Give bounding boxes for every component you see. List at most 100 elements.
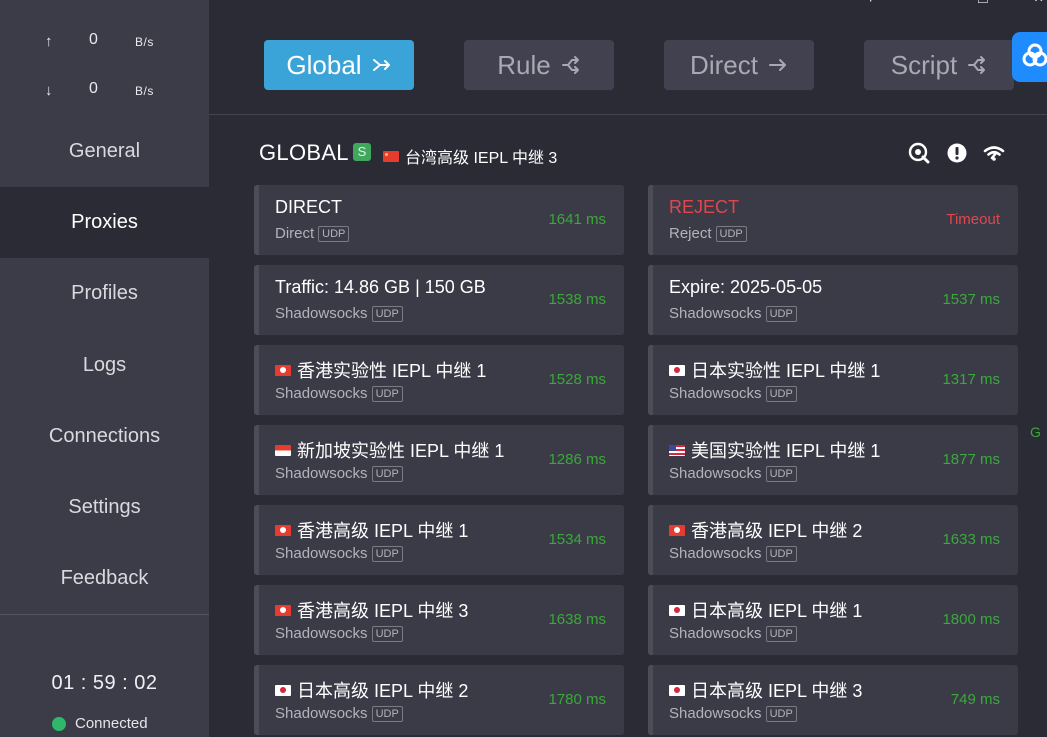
proxy-name-label: 美国实验性 IEPL 中继 1 [691,441,881,461]
flag-hk-icon [669,525,685,536]
proxy-name: 美国实验性 IEPL 中继 1 [669,437,880,463]
proxy-type-label: Shadowsocks [275,305,368,322]
nav-settings[interactable]: Settings [0,472,209,543]
proxy-delay[interactable]: Timeout [946,211,1000,228]
proxy-card[interactable]: 美国实验性 IEPL 中继 1 Shadowsocks UDP 1877 ms [648,425,1018,495]
proxy-type-label: Shadowsocks [275,705,368,722]
wifi-signal-icon[interactable] [983,142,1005,164]
proxy-card[interactable]: 新加坡实验性 IEPL 中继 1 Shadowsocks UDP 1286 ms [254,425,624,495]
group-title: GLOBAL [259,140,349,165]
proxy-name: 新加坡实验性 IEPL 中继 1 [275,437,504,463]
download-speed: ↓ 0 B/s [0,80,209,104]
proxy-name-label: 日本实验性 IEPL 中继 1 [691,361,881,381]
mode-direct-label: Direct [690,49,758,80]
flag-cn-icon [383,151,399,162]
proxy-card[interactable]: 日本高级 IEPL 中继 1 Shadowsocks UDP 1800 ms [648,585,1018,655]
proxy-type: Shadowsocks UDP [669,625,797,642]
sidebar: ↑ 0 B/s ↓ 0 B/s General Proxies Profiles… [0,0,209,737]
proxy-delay[interactable]: 1780 ms [548,691,606,708]
proxy-card[interactable]: 香港高级 IEPL 中继 3 Shadowsocks UDP 1638 ms [254,585,624,655]
floating-assistant-button[interactable] [1012,32,1047,82]
mode-script-button[interactable]: Script [864,40,1014,90]
proxy-name: 香港高级 IEPL 中继 1 [275,517,468,543]
nav-logs[interactable]: Logs [0,330,209,401]
proxy-delay[interactable]: 1800 ms [942,611,1000,628]
proxy-type: Shadowsocks UDP [669,305,797,322]
proxy-card[interactable]: REJECT Reject UDP Timeout [648,185,1018,255]
proxy-card[interactable]: 日本高级 IEPL 中继 2 Shadowsocks UDP 1780 ms [254,665,624,735]
proxy-delay[interactable]: 749 ms [951,691,1000,708]
proxy-name: 香港实验性 IEPL 中继 1 [275,357,486,383]
proxy-delay[interactable]: 1534 ms [548,531,606,548]
download-value: 0 [89,80,98,97]
proxy-delay[interactable]: 1633 ms [942,531,1000,548]
proxy-card[interactable]: DIRECT Direct UDP 1641 ms [254,185,624,255]
proxy-name-label: 日本高级 IEPL 中继 2 [297,681,469,701]
proxy-type-label: Shadowsocks [669,465,762,482]
proxy-name-label: 香港高级 IEPL 中继 1 [297,521,469,541]
upload-arrow-icon: ↑ [45,33,53,50]
flag-jp-icon [669,685,685,696]
proxy-card[interactable]: 香港实验性 IEPL 中继 1 Shadowsocks UDP 1528 ms [254,345,624,415]
proxy-type-label: Shadowsocks [275,545,368,562]
flag-us-icon [669,445,685,456]
proxy-card[interactable]: 香港高级 IEPL 中继 2 Shadowsocks UDP 1633 ms [648,505,1018,575]
proxy-type-label: Shadowsocks [669,385,762,402]
proxy-delay[interactable]: 1638 ms [548,611,606,628]
flag-jp-icon [275,685,291,696]
udp-badge: UDP [318,226,350,242]
proxy-card[interactable]: 日本高级 IEPL 中继 3 Shadowsocks UDP 749 ms [648,665,1018,735]
pin-icon[interactable]: + [866,0,875,8]
proxy-name-label: 香港实验性 IEPL 中继 1 [297,361,487,381]
proxy-delay[interactable]: 1538 ms [548,291,606,308]
proxy-type: Direct UDP [275,225,350,242]
proxy-delay[interactable]: 1877 ms [942,451,1000,468]
proxy-delay[interactable]: 1528 ms [548,371,606,388]
proxy-type-label: Direct [275,225,315,242]
mode-global-button[interactable]: Global [264,40,414,90]
minimize-icon[interactable]: – [926,0,935,8]
udp-badge: UDP [371,466,403,482]
proxy-card[interactable]: 香港高级 IEPL 中继 1 Shadowsocks UDP 1534 ms [254,505,624,575]
mode-direct-button[interactable]: Direct [664,40,814,90]
flag-hk-icon [275,365,291,376]
maximize-icon[interactable]: □ [978,0,988,8]
proxy-delay[interactable]: 1317 ms [942,371,1000,388]
uptime-timer: 01 : 59 : 02 [51,672,158,694]
card-indicator [648,585,653,655]
proxy-name-label: 香港高级 IEPL 中继 2 [691,521,863,541]
latency-test-icon[interactable] [908,142,930,164]
proxy-type: Shadowsocks UDP [669,545,797,562]
proxy-card[interactable]: Expire: 2025-05-05 Shadowsocks UDP 1537 m… [648,265,1018,335]
upload-speed: ↑ 0 B/s [0,31,209,55]
group-type-badge: S [353,143,371,161]
udp-badge: UDP [765,706,797,722]
close-icon[interactable]: × [1034,0,1043,8]
mode-rule-button[interactable]: Rule [464,40,614,90]
alert-icon[interactable] [946,142,968,164]
card-indicator [648,425,653,495]
proxy-type: Shadowsocks UDP [669,705,797,722]
proxy-card[interactable]: Traffic: 14.86 GB | 150 GB Shadowsocks UD… [254,265,624,335]
proxy-name-label: 新加坡实验性 IEPL 中继 1 [297,441,505,461]
card-indicator [254,185,259,255]
proxy-type: Shadowsocks UDP [275,305,403,322]
proxy-type: Shadowsocks UDP [275,385,403,402]
proxy-name: 日本实验性 IEPL 中继 1 [669,357,880,383]
proxy-delay[interactable]: 1286 ms [548,451,606,468]
flag-sg-icon [275,445,291,456]
flag-jp-icon [669,605,685,616]
proxy-name: REJECT [669,197,740,217]
proxy-card[interactable]: 日本实验性 IEPL 中继 1 Shadowsocks UDP 1317 ms [648,345,1018,415]
proxy-delay[interactable]: 1641 ms [548,211,606,228]
proxy-type-label: Shadowsocks [669,625,762,642]
proxy-type-label: Shadowsocks [669,705,762,722]
nav-feedback[interactable]: Feedback [0,543,209,614]
nav-general[interactable]: General [0,116,209,187]
nav-connections[interactable]: Connections [0,401,209,472]
udp-badge: UDP [371,706,403,722]
nav-proxies[interactable]: Proxies [0,187,209,258]
nav-profiles[interactable]: Profiles [0,258,209,329]
proxy-name: Expire: 2025-05-05 [669,277,823,297]
proxy-delay[interactable]: 1537 ms [942,291,1000,308]
